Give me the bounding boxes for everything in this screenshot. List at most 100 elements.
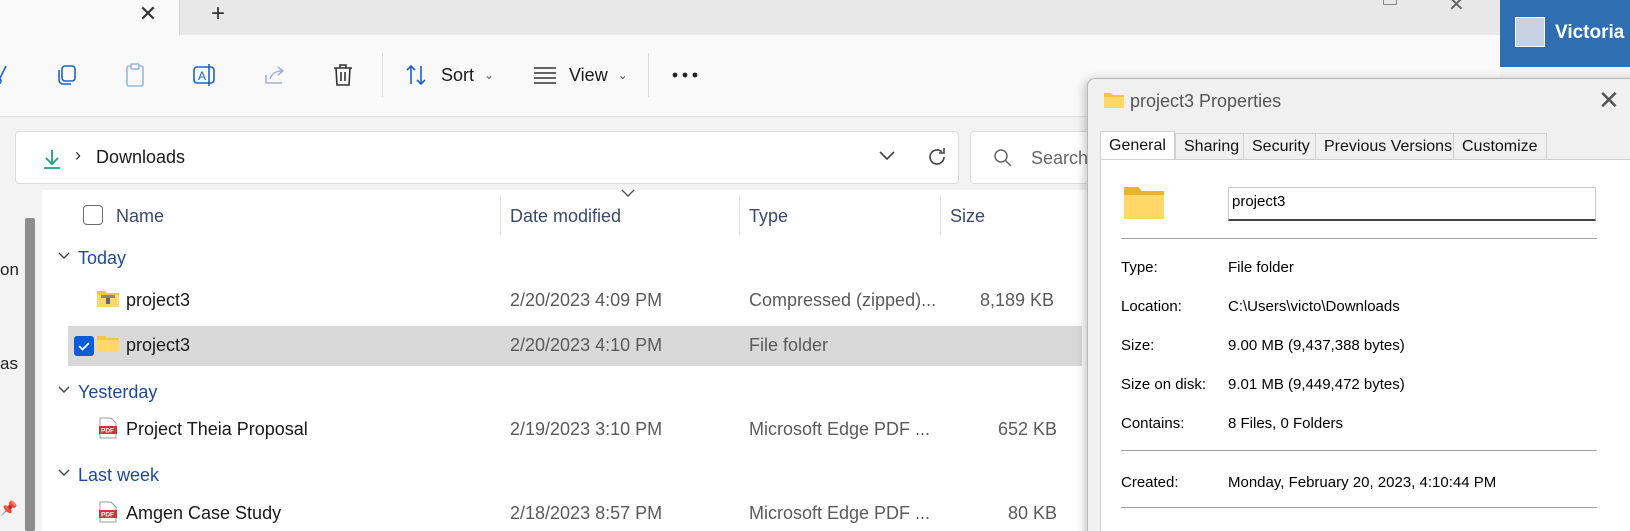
breadcrumb-downloads[interactable]: Downloads [96,147,185,168]
group-header-today[interactable]: Today [78,248,126,269]
browser-tab[interactable]: ✕ [0,0,180,35]
svg-text:PDF: PDF [101,512,114,519]
row-checkbox-checked[interactable] [74,336,94,356]
rename-button[interactable]: A [192,62,218,88]
prop-value: File folder [1228,259,1294,276]
column-divider[interactable] [500,195,501,235]
tab-previous-versions[interactable]: Previous Versions [1315,133,1462,159]
table-row[interactable]: project3 2/20/2023 4:09 PM Compressed (z… [68,281,1082,321]
delete-button[interactable] [331,62,355,88]
toolbar-divider [382,53,383,97]
file-name[interactable]: project3 [126,290,190,311]
chevron-down-icon[interactable] [878,150,896,162]
pdf-icon: PDF [99,501,117,523]
prop-label: Type: [1121,259,1158,276]
sort-label: Sort [441,64,475,85]
file-name[interactable]: Project Theia Proposal [126,419,308,440]
select-all-checkbox[interactable] [83,205,103,225]
tab-security[interactable]: Security [1243,133,1319,159]
refresh-icon[interactable] [926,146,948,168]
column-header-size[interactable]: Size [950,206,985,246]
folder-icon [97,336,119,352]
pdf-icon: PDF [99,417,117,439]
file-type: File folder [749,335,829,355]
file-name[interactable]: project3 [126,335,190,356]
divider [1121,450,1597,451]
file-date: 2/20/2023 4:10 PM [510,335,663,355]
copy-button[interactable] [55,62,79,88]
prop-value: 8 Files, 0 Folders [1228,415,1344,432]
chevron-down-icon[interactable] [58,252,70,260]
divider [1121,507,1597,508]
column-divider[interactable] [739,195,740,235]
file-name[interactable]: Amgen Case Study [126,503,281,524]
svg-text:A: A [198,69,206,83]
user-name: Victoria [1555,22,1625,43]
table-row[interactable]: PDF Project Theia Proposal 2/19/2023 3:1… [68,410,1082,450]
toolbar-divider [648,53,649,97]
file-size: 652 KB [998,419,1058,439]
share-icon [265,66,285,84]
trash-icon [334,64,352,86]
properties-dialog: project3 Properties ✕ General Sharing Se… [1087,78,1630,531]
tab-general[interactable]: General [1100,131,1175,161]
search-icon [994,149,1012,167]
nav-item-fragment[interactable]: on [0,260,19,280]
prop-label: Contains: [1121,415,1185,432]
more-options-button[interactable] [672,62,698,88]
sort-indicator-icon [621,189,635,197]
prop-label: Size: [1121,337,1155,354]
pin-icon: 📌 [0,500,18,516]
sort-button[interactable]: Sort ⌄ [405,62,494,88]
general-panel: project3 Type: File folder Location: C:\… [1100,159,1630,531]
column-header-type[interactable]: Type [749,206,788,246]
view-icon [534,67,556,84]
group-header-last-week[interactable]: Last week [78,465,159,486]
table-row[interactable]: PDF Amgen Case Study 2/18/2023 8:57 PM M… [68,494,1082,531]
paste-button[interactable] [123,62,147,88]
more-icon [672,72,698,78]
sort-icon [406,64,426,86]
chevron-down-icon: ⌄ [617,68,628,82]
column-divider[interactable] [940,195,941,235]
group-header-yesterday[interactable]: Yesterday [78,382,157,403]
close-window-icon[interactable]: ✕ [1448,0,1465,17]
cut-button[interactable] [0,62,8,88]
avatar [1515,17,1545,47]
tab-customize[interactable]: Customize [1453,133,1547,159]
chevron-down-icon[interactable] [58,386,70,394]
prop-label: Location: [1121,298,1182,315]
prop-value: Monday, February 20, 2023, 4:10:44 PM [1228,474,1497,491]
scrollbar[interactable] [25,218,35,531]
address-bar[interactable]: › Downloads [15,131,959,184]
zip-folder-icon [97,291,119,307]
column-header-date[interactable]: Date modified [510,206,621,246]
table-row-selected[interactable]: project3 2/20/2023 4:10 PM File folder [68,326,1082,366]
chevron-down-icon: ⌄ [484,68,495,82]
share-button[interactable] [262,62,288,88]
folder-icon [1124,187,1164,219]
close-tab-icon[interactable]: ✕ [136,2,160,26]
user-account-chip[interactable]: Victoria [1500,0,1630,67]
prop-value: 9.01 MB (9,449,472 bytes) [1228,376,1405,393]
prop-value: C:\Users\victo\Downloads [1228,298,1400,315]
new-tab-icon[interactable]: + [206,2,230,26]
close-icon[interactable]: ✕ [1598,85,1620,116]
paste-icon [126,63,144,87]
column-header-name[interactable]: Name [116,206,164,246]
prop-label: Size on disk: [1121,376,1207,393]
folder-name-field[interactable]: project3 [1228,187,1596,221]
chevron-down-icon[interactable] [58,469,70,477]
nav-item-fragment[interactable]: as [0,354,18,374]
view-button[interactable]: View ⌄ [533,62,628,88]
checkmark-icon [78,342,90,351]
file-size: 8,189 KB [980,290,1055,310]
view-label: View [569,64,608,85]
file-date: 2/19/2023 3:10 PM [510,419,663,439]
svg-text:PDF: PDF [101,428,114,435]
maximize-icon[interactable] [1383,0,1397,5]
rename-icon: A [193,64,215,86]
copy-icon [58,65,76,85]
tab-sharing[interactable]: Sharing [1175,133,1249,159]
cut-icon [0,65,7,85]
